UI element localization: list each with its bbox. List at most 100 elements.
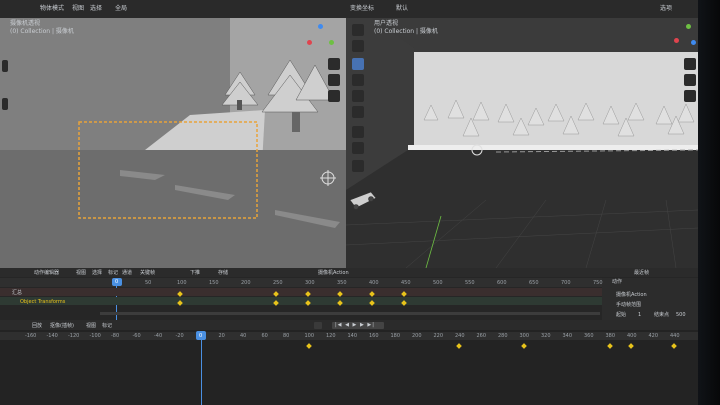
transform-orientation[interactable]: 变换坐标 <box>350 5 374 13</box>
timeline-tick: 200 <box>412 333 422 339</box>
view-menu[interactable]: 视图 <box>72 5 84 13</box>
gizmo-x-icon[interactable] <box>307 40 312 45</box>
timeline-tick: 140 <box>347 333 358 339</box>
timeline-tick: 320 <box>541 333 551 339</box>
timeline-playhead-line <box>201 340 202 405</box>
pan-hand-icon[interactable] <box>328 74 340 86</box>
timeline-keyframe[interactable] <box>456 343 462 349</box>
timeline-tick: 100 <box>304 333 315 339</box>
transform-tool-icon[interactable] <box>352 106 364 118</box>
timeline-tick: -40 <box>154 333 163 339</box>
timeline-tick: -100 <box>89 333 101 339</box>
ruler-tick: 250 <box>273 280 283 286</box>
options-menu[interactable]: 选项 <box>660 5 672 13</box>
frame-ruler[interactable] <box>0 278 602 287</box>
tool-strip-left-2[interactable] <box>2 98 8 110</box>
pan-hand-icon[interactable] <box>684 74 696 86</box>
ruler-tick: 300 <box>305 280 315 286</box>
push-down-button[interactable]: 下推 <box>190 269 200 277</box>
ruler-tick: 650 <box>529 280 539 286</box>
summary-label: 汇总 <box>12 290 23 296</box>
user-scene <box>346 0 698 268</box>
playback-menu[interactable]: 回放 <box>32 322 42 330</box>
ruler-tick: 550 <box>465 280 475 286</box>
timeline-tick: 120 <box>326 333 336 339</box>
camera-scene <box>0 0 346 268</box>
stash-button[interactable]: 存储 <box>218 269 228 277</box>
user-viewport[interactable]: 变换坐标 默认 选项 用户透视 (0) Collection | 摄像机 <box>346 0 698 268</box>
playback-controls[interactable]: |◀ ◀ ▶ ▶ ▶| <box>332 322 384 329</box>
timeline-tick: -20 <box>175 333 184 339</box>
tool-strip-left[interactable] <box>2 60 8 72</box>
sidebar-action-name[interactable]: 摄像机Action <box>616 291 647 299</box>
action-editor-header <box>0 268 698 277</box>
timeline-tick: -60 <box>132 333 141 339</box>
timeline-keyframe[interactable] <box>606 343 613 349</box>
timeline-tick: 380 <box>605 333 616 339</box>
snap-mode[interactable]: 最近帧 <box>634 269 649 277</box>
record-button[interactable] <box>314 322 322 329</box>
timeline-tick: 160 <box>369 333 379 339</box>
user-view-subtitle: (0) Collection | 摄像机 <box>374 28 438 35</box>
editor-type-label[interactable]: 动作编辑器 <box>34 269 59 277</box>
ruler-tick: 150 <box>209 280 219 286</box>
timeline-tick: 180 <box>390 333 401 339</box>
scale-tool-icon[interactable] <box>352 90 364 102</box>
view-menu[interactable]: 视图 <box>76 269 86 277</box>
cursor-tool-icon[interactable] <box>352 40 364 52</box>
select-menu[interactable]: 选择 <box>90 5 102 13</box>
timeline-keyframe[interactable] <box>520 343 527 349</box>
select-menu[interactable]: 选择 <box>92 269 102 277</box>
select-tool-icon[interactable] <box>352 24 364 36</box>
playhead-handle[interactable]: 0 <box>112 278 122 286</box>
keying-menu[interactable]: 抠像(插帧) <box>50 322 74 330</box>
action-sidebar: 动作 摄像机Action 手动帧范围 起始 1 结束点 500 <box>602 278 698 320</box>
zoom-icon[interactable] <box>684 58 696 70</box>
timeline-playhead-handle[interactable]: 0 <box>196 331 206 340</box>
timeline-keyframe[interactable] <box>305 343 312 349</box>
timeline-keyframe[interactable] <box>628 343 634 349</box>
key-menu[interactable]: 关键帧 <box>140 269 155 277</box>
gizmo-z-icon[interactable] <box>691 40 696 45</box>
screen: 物体模式 视图 选择 全局 摄像机透视 (0) Collection | 摄像机 <box>0 0 720 405</box>
rotate-tool-icon[interactable] <box>352 74 364 86</box>
gizmo-y-icon[interactable] <box>686 24 691 29</box>
ruler-tick: 750 <box>593 280 603 286</box>
timeline-tick: 40 <box>240 333 247 339</box>
timeline-tick: 340 <box>562 333 573 339</box>
action-editor[interactable]: 动作编辑器 视图 选择 标记 通道 关键帧 下推 存储 摄像机Action 最近… <box>0 268 698 320</box>
end-label: 结束点 <box>654 312 670 318</box>
action-selector[interactable]: 摄像机Action <box>318 269 349 277</box>
summary-row[interactable] <box>0 288 602 296</box>
mode-label[interactable]: 物体模式 <box>40 5 64 13</box>
annotate-tool-icon[interactable] <box>352 126 364 138</box>
gizmo-y-icon[interactable] <box>329 40 334 45</box>
gizmo-z-icon[interactable] <box>318 24 323 29</box>
move-tool-icon[interactable] <box>352 58 364 70</box>
timeline-keyframe[interactable] <box>671 343 677 349</box>
camera-view-title: 摄像机透视 <box>10 20 41 27</box>
object-transforms-row[interactable] <box>0 297 602 305</box>
default-label[interactable]: 默认 <box>396 5 408 13</box>
ruler-tick: 100 <box>177 280 187 286</box>
marker-menu[interactable]: 标记 <box>102 322 112 330</box>
global-label[interactable]: 全局 <box>115 5 127 13</box>
zoom-icon[interactable] <box>328 58 340 70</box>
marker-menu[interactable]: 标记 <box>108 269 118 277</box>
end-value[interactable]: 500 <box>676 311 686 319</box>
camera-view-icon[interactable] <box>684 90 696 102</box>
view-menu[interactable]: 视图 <box>86 322 96 330</box>
timeline-editor[interactable]: 回放 抠像(插帧) 视图 标记 |◀ ◀ ▶ ▶ ▶| 0 -160 -140 -1… <box>0 320 698 405</box>
measure-tool-icon[interactable] <box>352 142 364 154</box>
camera-toggle-icon[interactable] <box>328 90 340 102</box>
timeline-tick: 360 <box>584 333 594 339</box>
timeline-tick: 440 <box>670 333 680 339</box>
gizmo-x-icon[interactable] <box>674 38 679 43</box>
manual-frame-range-checkbox[interactable]: 手动帧范围 <box>616 301 641 309</box>
add-cube-tool-icon[interactable] <box>352 160 364 172</box>
timeline-tick: -80 <box>111 333 120 339</box>
channel-menu[interactable]: 通道 <box>122 269 132 277</box>
horizontal-scrollbar[interactable] <box>100 312 600 315</box>
start-value[interactable]: 1 <box>638 311 641 319</box>
camera-viewport[interactable]: 物体模式 视图 选择 全局 摄像机透视 (0) Collection | 摄像机 <box>0 0 346 268</box>
